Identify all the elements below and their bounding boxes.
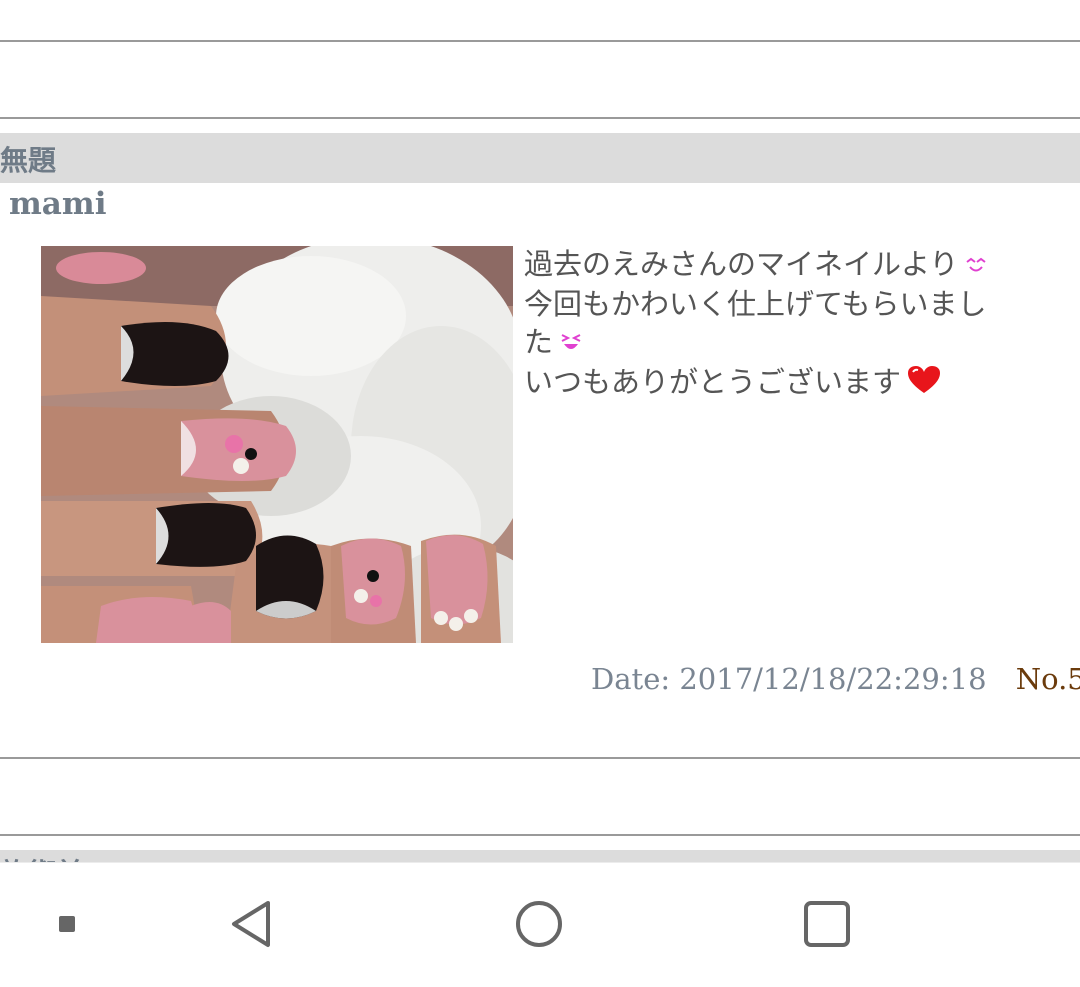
next-post-title: 施術前 [0, 852, 84, 862]
divider-top [0, 40, 1080, 42]
post-title-bar: 無題 [0, 133, 1080, 183]
laughing-emoji-icon [559, 325, 583, 363]
post-author: mami [9, 186, 107, 222]
divider-3 [0, 757, 1080, 759]
heart-emoji-icon [907, 365, 941, 404]
post-number: No.511 [1015, 662, 1080, 696]
smile-emoji-icon [964, 247, 988, 285]
post-title: 無題 [0, 144, 57, 177]
system-navigation-bar [0, 862, 1080, 987]
post-meta: Date: 2017/12/18/22:29:18 No.511 [591, 662, 1080, 696]
post-body-line-3: た [524, 325, 554, 359]
date-value: 2017/12/18/22:29:18 [679, 662, 987, 696]
divider-4 [0, 834, 1080, 836]
post-body-line-1: 過去のえみさんのマイネイルより [524, 247, 959, 281]
post-body-line-2: 今回もかわいく仕上げてもらいまし [524, 287, 987, 321]
recent-apps-square-icon[interactable] [802, 899, 852, 953]
post-body-line-4: いつもありがとうございます [524, 365, 902, 399]
home-circle-icon[interactable] [514, 899, 564, 953]
back-triangle-icon[interactable] [228, 899, 276, 953]
post-body: 過去のえみさんのマイネイルより 今回もかわいく仕上げてもらいまし た いつもあり… [524, 245, 1044, 404]
square-small-icon[interactable] [58, 915, 76, 937]
date-label: Date: [591, 662, 671, 696]
divider-2 [0, 117, 1080, 119]
post-photo[interactable] [41, 246, 513, 643]
next-post-title-bar: 施術前 [0, 850, 1080, 862]
